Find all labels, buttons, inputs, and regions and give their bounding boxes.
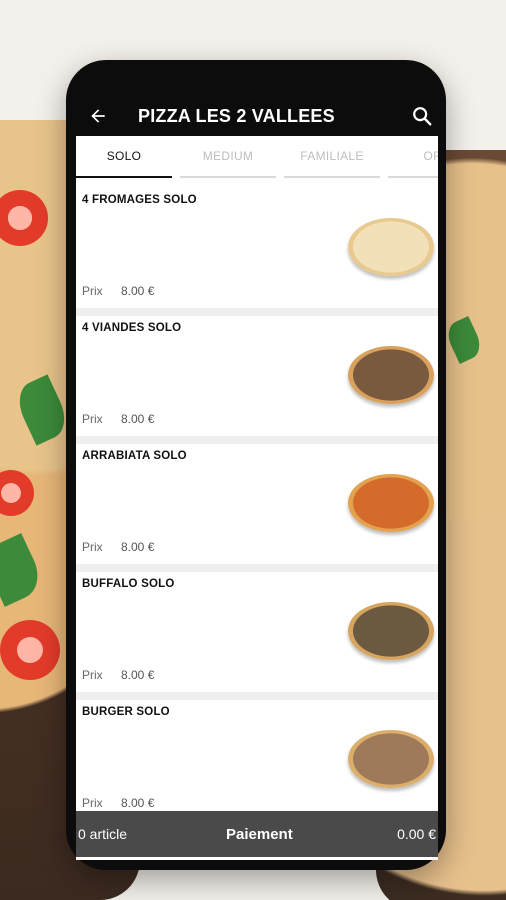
item-name: ARRABIATA SOLO (82, 450, 187, 462)
item-name: BUFFALO SOLO (82, 578, 175, 590)
price-label: Prix (82, 668, 103, 682)
item-price: 8.00 € (121, 540, 155, 554)
list-item[interactable]: 4 FROMAGES SOLO Prix 8.00 € (76, 188, 438, 316)
back-button[interactable] (78, 96, 118, 136)
category-tabs: SOLO MEDIUM FAMILIALE OFF (76, 136, 438, 178)
search-button[interactable] (402, 96, 442, 136)
search-icon (413, 107, 432, 126)
cart-total: 0.00 € (397, 826, 436, 842)
tab-familiale[interactable]: FAMILIALE (284, 136, 380, 178)
pizza-image (348, 218, 434, 276)
tab-offers[interactable]: OFF (388, 136, 438, 178)
item-name: BURGER SOLO (82, 706, 170, 718)
tomato-decoration (0, 620, 60, 680)
item-name: 4 VIANDES SOLO (82, 322, 182, 334)
pay-button[interactable]: Paiement (226, 826, 293, 843)
pizza-image (348, 730, 434, 788)
app-bar: PIZZA LES 2 VALLEES (76, 96, 438, 136)
price-label: Prix (82, 284, 103, 298)
item-price: 8.00 € (121, 668, 155, 682)
item-price: 8.00 € (121, 412, 155, 426)
list-item[interactable]: BUFFALO SOLO Prix 8.00 € (76, 572, 438, 700)
cart-bar[interactable]: 0 article Paiement 0.00 € (76, 811, 438, 857)
back-arrow-icon (91, 109, 105, 123)
pizza-image (348, 602, 434, 660)
price-label: Prix (82, 412, 103, 426)
item-name: 4 FROMAGES SOLO (82, 194, 197, 206)
price-label: Prix (82, 796, 103, 810)
item-price: 8.00 € (121, 284, 155, 298)
cart-count: 0 article (78, 826, 128, 842)
list-item[interactable]: ARRABIATA SOLO Prix 8.00 € (76, 444, 438, 572)
page-title: PIZZA LES 2 VALLEES (138, 105, 335, 126)
tab-medium[interactable]: MEDIUM (180, 136, 276, 178)
item-price: 8.00 € (121, 796, 155, 810)
list-item[interactable]: BURGER SOLO Prix 8.00 € (76, 700, 438, 828)
pizza-image (348, 346, 434, 404)
price-label: Prix (82, 540, 103, 554)
tab-solo[interactable]: SOLO (76, 136, 172, 178)
product-list: 4 FROMAGES SOLO Prix 8.00 € 4 VIANDES SO… (76, 188, 438, 828)
list-item[interactable]: 4 VIANDES SOLO Prix 8.00 € (76, 316, 438, 444)
pizza-image (348, 474, 434, 532)
